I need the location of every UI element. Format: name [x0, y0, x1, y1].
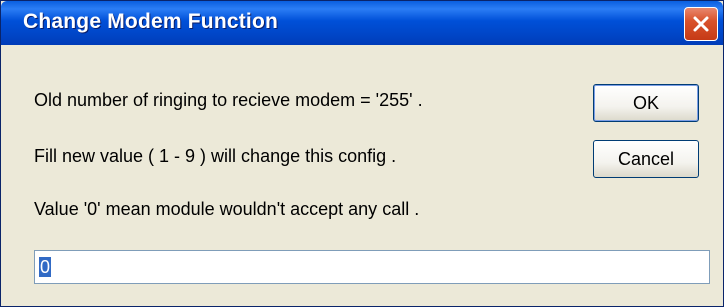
- ok-button[interactable]: OK: [593, 84, 699, 122]
- title-bar[interactable]: Change Modem Function: [1, 1, 723, 45]
- old-value-message: Old number of ringing to recieve modem =…: [34, 90, 423, 110]
- window-title: Change Modem Function: [23, 10, 279, 33]
- zero-value-note: Value '0' mean module wouldn't accept an…: [34, 199, 420, 219]
- new-value-input[interactable]: 0: [34, 250, 710, 284]
- selected-input-text: 0: [39, 257, 52, 277]
- close-icon: [693, 16, 709, 32]
- close-button[interactable]: [684, 7, 718, 41]
- dialog-window: Change Modem Function Old number of ring…: [0, 0, 724, 307]
- instruction-message: Fill new value ( 1 - 9 ) will change thi…: [34, 146, 397, 166]
- cancel-button[interactable]: Cancel: [593, 140, 699, 178]
